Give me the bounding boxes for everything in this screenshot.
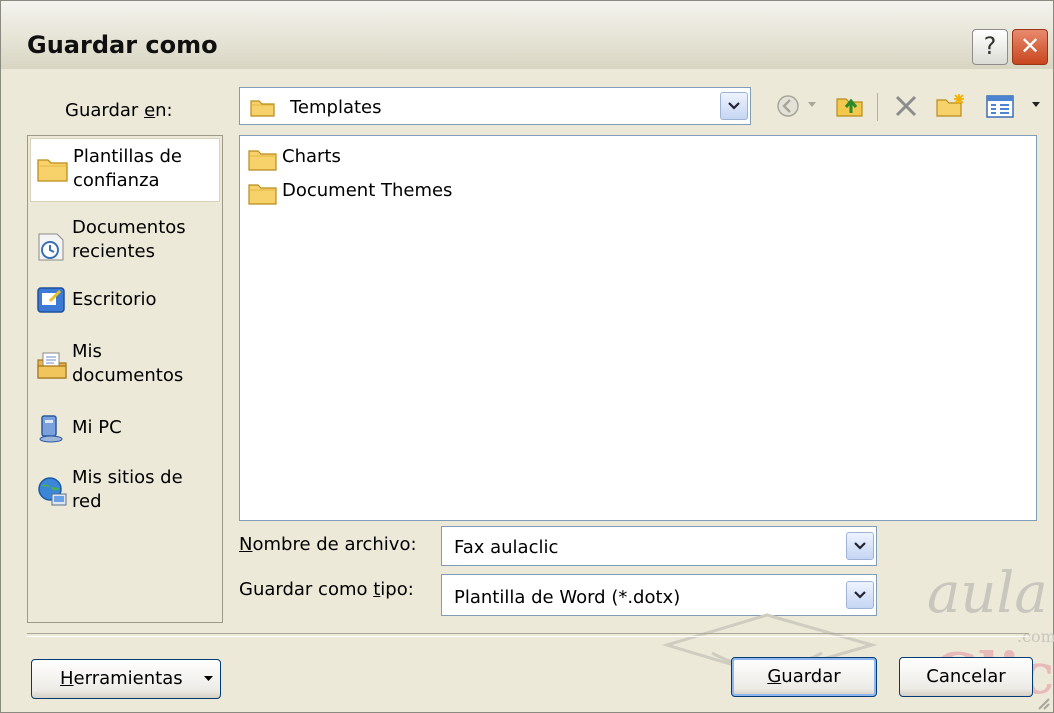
- place-label: Mis sitios de red: [72, 467, 183, 512]
- places-bar: Plantillas de confianza Documentos recie…: [27, 135, 223, 623]
- back-icon[interactable]: [775, 93, 801, 119]
- folder-icon: [250, 100, 275, 117]
- list-item[interactable]: Charts: [248, 146, 448, 172]
- list-item[interactable]: Document Themes: [248, 180, 508, 206]
- close-button[interactable]: ✕: [1012, 29, 1048, 65]
- place-recent-documents[interactable]: Documentos recientes: [30, 210, 220, 274]
- file-name: Charts: [282, 146, 341, 167]
- folder-icon: [248, 150, 277, 171]
- watermark-text: aula: [927, 561, 1048, 626]
- recent-documents-icon: [38, 233, 64, 261]
- resize-grip-icon[interactable]: [1035, 695, 1051, 711]
- folder-icon: [248, 184, 277, 205]
- place-label: Escritorio: [72, 289, 157, 310]
- save-as-dialog: Guardar como ? ✕ Guardar en: Templates P…: [0, 0, 1054, 713]
- place-network-places[interactable]: Mis sitios de red: [30, 462, 220, 526]
- place-label: Plantillas de confianza: [73, 146, 182, 191]
- up-folder-icon[interactable]: [835, 93, 865, 119]
- my-computer-icon: [39, 415, 63, 443]
- place-my-computer[interactable]: Mi PC: [30, 410, 220, 446]
- filename-input[interactable]: Fax aulaclic: [454, 537, 558, 558]
- filename-combobox[interactable]: Fax aulaclic: [441, 526, 877, 566]
- my-documents-icon: [37, 352, 67, 379]
- network-places-icon: [38, 477, 67, 506]
- save-in-value: Templates: [290, 97, 382, 118]
- place-label: Mis documentos: [72, 341, 184, 386]
- file-name: Document Themes: [282, 180, 453, 201]
- views-icon[interactable]: [985, 93, 1015, 119]
- dialog-title: Guardar como: [27, 31, 218, 59]
- file-list[interactable]: Charts Document Themes: [239, 135, 1037, 521]
- views-dropdown-icon[interactable]: [1031, 101, 1041, 109]
- chevron-down-icon[interactable]: [720, 92, 748, 120]
- chevron-down-icon[interactable]: [846, 532, 874, 560]
- divider: [27, 633, 1029, 637]
- desktop-icon: [37, 287, 65, 313]
- chevron-down-icon: [204, 676, 213, 681]
- trusted-templates-folder-icon: [37, 159, 68, 182]
- save-in-dropdown[interactable]: Templates: [239, 87, 751, 125]
- place-label: Mi PC: [72, 417, 122, 438]
- filetype-label: Guardar como tipo:: [239, 579, 414, 600]
- place-my-documents[interactable]: Mis documentos: [30, 336, 220, 400]
- help-button[interactable]: ?: [972, 29, 1008, 65]
- toolbar-separator: [877, 93, 878, 121]
- place-trusted-templates[interactable]: Plantillas de confianza: [30, 138, 220, 202]
- save-in-label: Guardar en:: [65, 100, 173, 121]
- new-folder-icon[interactable]: [935, 93, 965, 119]
- filename-label: Nombre de archivo:: [239, 534, 417, 555]
- delete-icon[interactable]: [893, 93, 919, 119]
- cancel-button[interactable]: Cancelar: [899, 657, 1033, 697]
- save-button[interactable]: Guardar: [731, 657, 877, 697]
- place-label: Documentos recientes: [72, 217, 186, 262]
- back-dropdown-icon[interactable]: [807, 101, 817, 109]
- filetype-value: Plantilla de Word (*.dotx): [454, 587, 681, 608]
- title-bar: Guardar como ? ✕: [1, 1, 1053, 69]
- tools-button[interactable]: Herramientas: [31, 659, 221, 699]
- place-desktop[interactable]: Escritorio: [30, 282, 220, 318]
